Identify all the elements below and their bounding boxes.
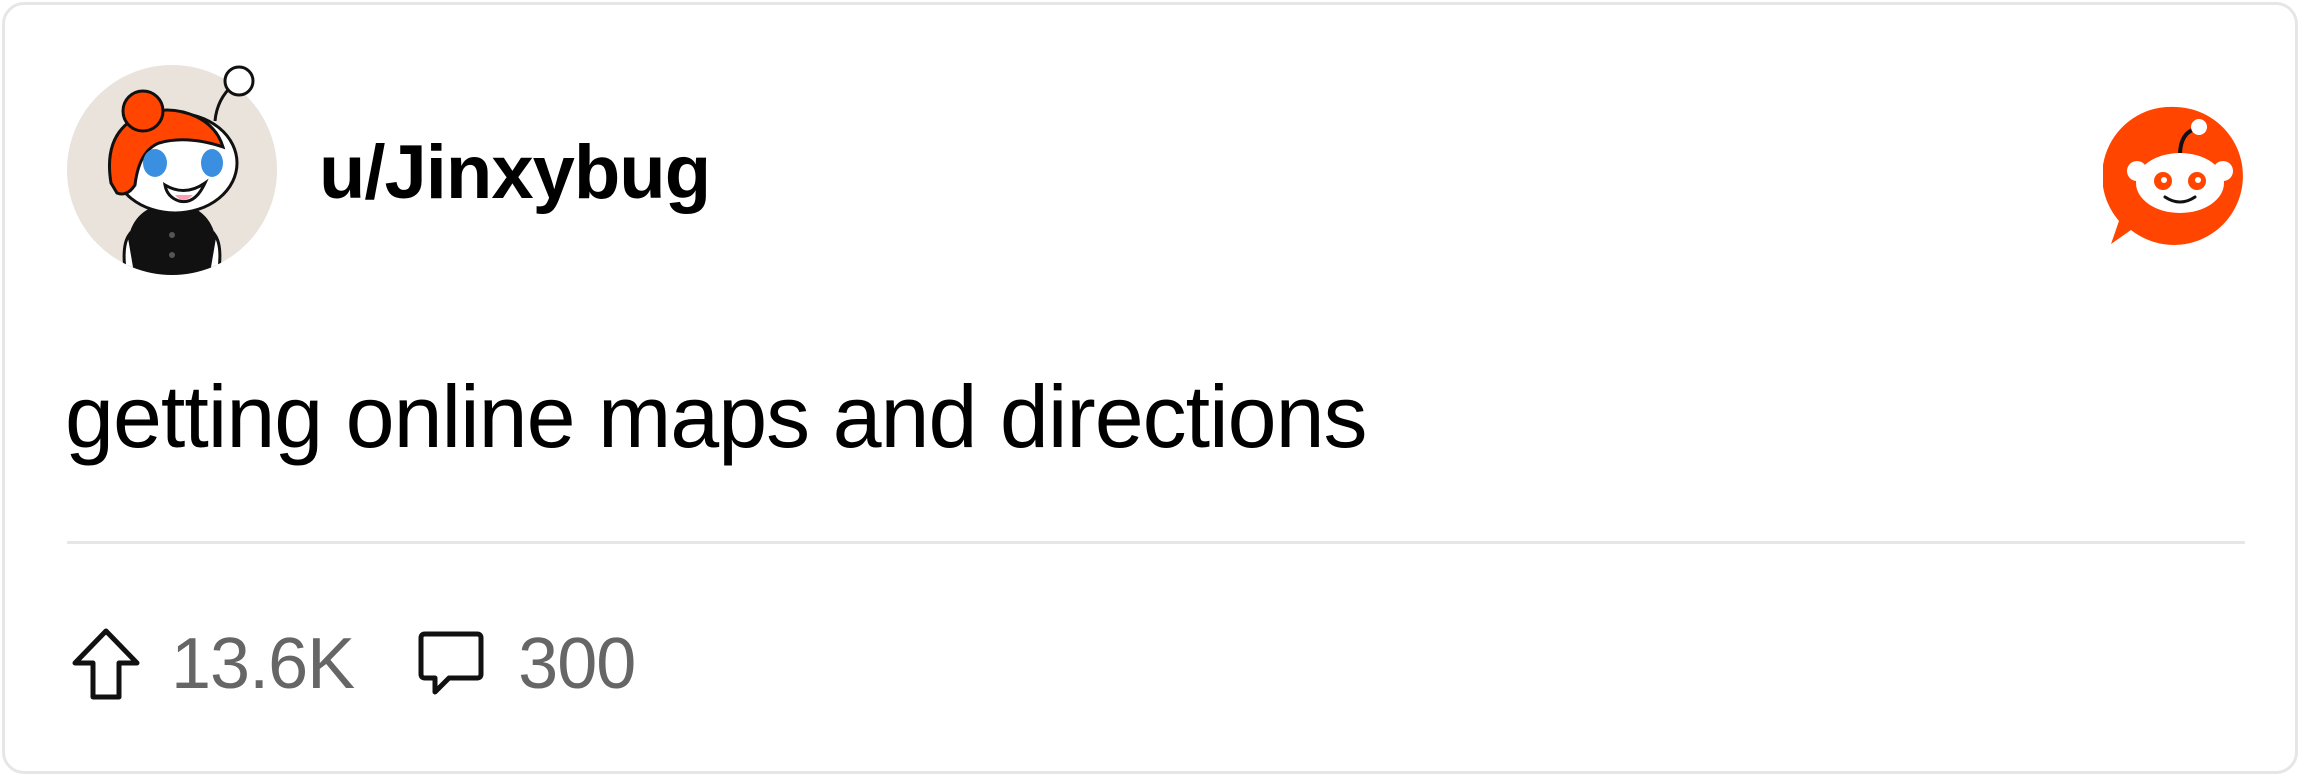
username[interactable]: u/Jinxybug	[319, 129, 711, 217]
divider	[67, 541, 2245, 544]
comment-count: 300	[518, 624, 636, 704]
snoo-avatar-icon	[67, 65, 277, 275]
upvote-count: 13.6K	[171, 624, 355, 704]
comment-bubble-icon[interactable]	[412, 625, 490, 703]
post-title[interactable]: getting online maps and directions	[65, 365, 1368, 469]
reddit-logo-icon	[2102, 103, 2249, 249]
post-card[interactable]: u/Jinxybug getting online maps and direc…	[2, 2, 2298, 774]
post-stats: 13.6K 300	[67, 619, 636, 709]
upvote-arrow-icon[interactable]	[67, 625, 145, 703]
user-avatar[interactable]	[67, 65, 277, 275]
